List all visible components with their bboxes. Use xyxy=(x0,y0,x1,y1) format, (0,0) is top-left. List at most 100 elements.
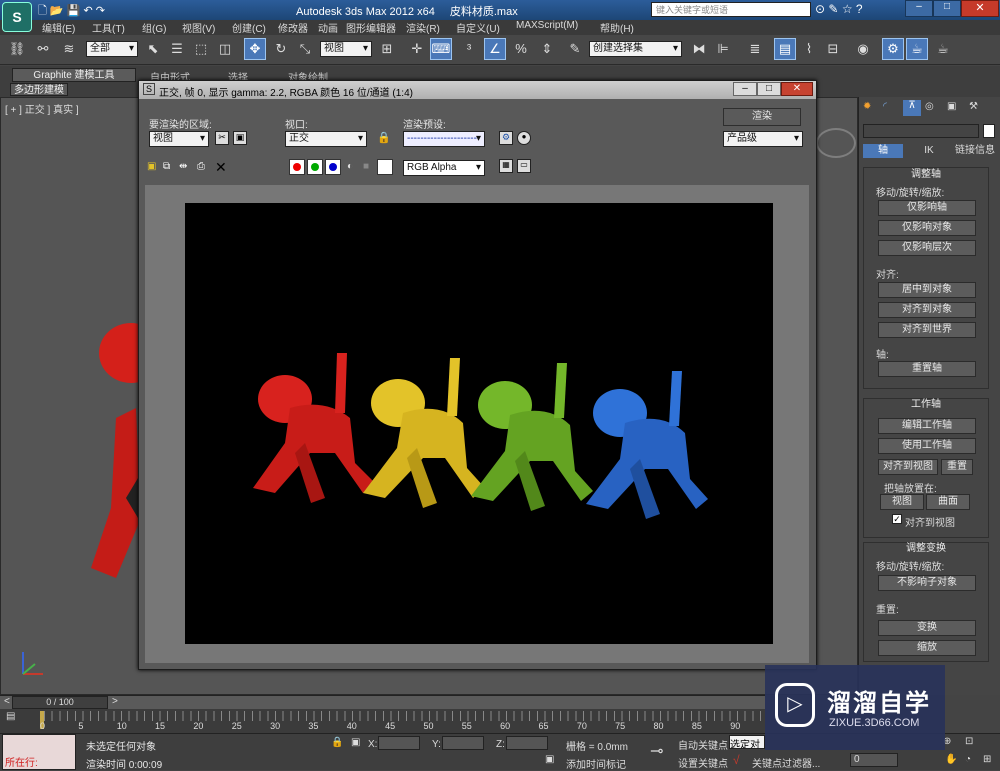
rect-selection-icon[interactable]: ⬚ xyxy=(190,38,212,60)
mono-icon[interactable]: ■ xyxy=(363,161,369,172)
blue-channel-button[interactable] xyxy=(325,159,341,175)
create-tab-icon[interactable]: ✹ xyxy=(863,101,871,112)
place-surface-button[interactable]: 曲面 xyxy=(926,494,970,510)
search-input[interactable]: 键入关键字或短语 xyxy=(651,2,811,17)
keyboard-shortcut-icon[interactable]: ⌨ xyxy=(430,38,452,60)
layer-manager-icon[interactable]: ≣ xyxy=(744,38,766,60)
time-slider-thumb[interactable]: 0 / 100 xyxy=(12,696,108,709)
move-icon[interactable]: ✥ xyxy=(244,38,266,60)
mini-curve-icon[interactable]: ▤ xyxy=(6,711,15,722)
render-production-icon[interactable]: ☕ xyxy=(932,38,954,60)
rollout-adjust-transform-header[interactable]: 调整变换 xyxy=(865,542,987,556)
affect-hierarchy-only-button[interactable]: 仅影响层次 xyxy=(878,240,976,256)
scale-icon[interactable]: ⤡ xyxy=(294,38,316,60)
motion-tab-icon[interactable]: ◎ xyxy=(925,101,934,112)
clone-window-icon[interactable]: ⇹ xyxy=(179,161,187,172)
undo-icon[interactable]: ↶ xyxy=(83,5,92,17)
rotate-icon[interactable]: ↻ xyxy=(270,38,292,60)
maximize-viewport-icon[interactable]: ⊞ xyxy=(983,754,991,765)
maximize-button[interactable]: □ xyxy=(933,0,961,17)
named-selection-dropdown[interactable]: 创建选择集 xyxy=(589,41,682,57)
binoculars-icon[interactable]: ⊙ xyxy=(815,2,825,16)
object-color-swatch[interactable] xyxy=(983,124,995,138)
lock-viewport-icon[interactable]: 🔒 xyxy=(377,131,391,144)
render-setup-small-icon[interactable]: ⚙ xyxy=(499,131,513,145)
environment-icon[interactable]: ● xyxy=(517,131,531,145)
help-icon[interactable]: ? xyxy=(856,2,863,16)
red-channel-button[interactable] xyxy=(289,159,305,175)
menu-group[interactable]: 组(G) xyxy=(142,20,182,35)
reset-scale-button[interactable]: 缩放 xyxy=(878,640,976,656)
rendered-frame-icon[interactable]: ☕ xyxy=(906,38,928,60)
rollout-working-pivot-header[interactable]: 工作轴 xyxy=(865,398,987,412)
use-working-pivot-button[interactable]: 使用工作轴 xyxy=(878,438,976,454)
color-swatch[interactable] xyxy=(377,159,393,175)
percent-snap-icon[interactable]: % xyxy=(510,38,532,60)
schematic-view-icon[interactable]: ⊟ xyxy=(822,38,844,60)
toggle-ui-icon[interactable]: ▭ xyxy=(517,159,531,173)
auto-key-label[interactable]: 自动关键点 xyxy=(678,737,728,752)
utilities-tab-icon[interactable]: ⚒ xyxy=(969,101,978,112)
menu-graph-editors[interactable]: 图形编辑器 xyxy=(346,20,406,35)
window-crossing-icon[interactable]: ◫ xyxy=(214,38,236,60)
absolute-mode-icon[interactable]: ▣ xyxy=(351,737,360,748)
tab-pivot[interactable]: 轴 xyxy=(863,144,903,158)
render-button[interactable]: 渲染 xyxy=(723,108,801,126)
viewport-dropdown[interactable]: 正交 xyxy=(285,131,367,147)
edit-named-sel-icon[interactable]: ✎ xyxy=(564,38,586,60)
snap-3d-icon[interactable]: ³ xyxy=(458,38,480,60)
ribbon-sub-poly[interactable]: 多边形建模 xyxy=(10,83,68,96)
close-button[interactable]: ✕ xyxy=(961,0,999,17)
select-object-icon[interactable]: ⬉ xyxy=(142,38,164,60)
area-to-render-dropdown[interactable]: 视图 xyxy=(149,131,209,147)
reset-transform-button[interactable]: 变换 xyxy=(878,620,976,636)
menu-rendering[interactable]: 渲染(R) xyxy=(406,20,456,35)
key-filters-button[interactable]: 关键点过滤器... xyxy=(752,755,820,770)
menu-customize[interactable]: 自定义(U) xyxy=(456,20,516,35)
edit-region-icon[interactable]: ✂ xyxy=(215,131,229,145)
clear-icon[interactable]: ✕ xyxy=(215,159,227,176)
add-time-tag[interactable]: 添加时间标记 xyxy=(566,756,626,771)
menu-views[interactable]: 视图(V) xyxy=(182,20,232,35)
place-view-button[interactable]: 视图 xyxy=(880,494,924,510)
menu-edit[interactable]: 编辑(E) xyxy=(42,20,92,35)
z-coordinate-field[interactable] xyxy=(506,736,548,750)
object-name-field[interactable] xyxy=(863,124,979,138)
save-image-icon[interactable]: ▣ xyxy=(147,161,156,172)
selection-filter-dropdown[interactable]: 全部 xyxy=(86,41,138,57)
edit-working-pivot-button[interactable]: 编辑工作轴 xyxy=(878,418,976,434)
render-max-button[interactable]: □ xyxy=(757,82,781,96)
star-icon[interactable]: ☆ xyxy=(842,2,853,16)
pivot-center-icon[interactable]: ⊞ xyxy=(376,38,398,60)
copy-image-icon[interactable]: ⧉ xyxy=(163,161,170,172)
affect-pivot-only-button[interactable]: 仅影响轴 xyxy=(878,200,976,216)
y-coordinate-field[interactable] xyxy=(442,736,484,750)
render-setup-icon[interactable]: ⚙ xyxy=(882,38,904,60)
orbit-icon[interactable]: ◔ xyxy=(965,754,971,765)
ribbon-tab-graphite[interactable]: Graphite 建模工具 xyxy=(12,68,136,82)
new-file-icon[interactable]: 🗋 xyxy=(38,5,47,17)
curve-editor-icon[interactable]: ⌇ xyxy=(798,38,820,60)
link-icon[interactable]: ⛓ xyxy=(6,38,28,60)
redo-icon[interactable]: ↷ xyxy=(96,5,105,17)
align-to-object-button[interactable]: 对齐到对象 xyxy=(878,302,976,318)
align-to-view-button[interactable]: 对齐到视图 xyxy=(878,459,938,475)
reset-working-pivot-button[interactable]: 重置 xyxy=(941,459,973,475)
add-time-tag-icon[interactable]: ▣ xyxy=(545,754,554,765)
toggle-ui-overlay-icon[interactable]: ▦ xyxy=(499,159,513,173)
center-to-object-button[interactable]: 居中到对象 xyxy=(878,282,976,298)
menu-help[interactable]: 帮助(H) xyxy=(600,20,650,35)
reference-coord-dropdown[interactable]: 视图 xyxy=(320,41,372,57)
bind-spacewarp-icon[interactable]: ≋ xyxy=(58,38,80,60)
tab-ik[interactable]: IK xyxy=(909,144,949,158)
alpha-channel-icon[interactable]: ◐ xyxy=(347,161,353,172)
tab-link-info[interactable]: 链接信息 xyxy=(951,144,999,158)
channel-display-dropdown[interactable]: RGB Alpha xyxy=(403,160,485,176)
select-manipulate-icon[interactable]: ✛ xyxy=(406,38,428,60)
pan-icon[interactable]: ✋ xyxy=(945,754,957,765)
unlink-icon[interactable]: ⚯ xyxy=(32,38,54,60)
align-to-view-checkbox[interactable]: ✓ xyxy=(892,514,902,524)
display-tab-icon[interactable]: ▣ xyxy=(947,101,956,112)
track-bar[interactable]: ▤ 0 5 10 15 20 25 30 35 40 45 50 55 60 6… xyxy=(0,709,765,733)
maxscript-listener[interactable]: 所在行: xyxy=(2,734,76,770)
